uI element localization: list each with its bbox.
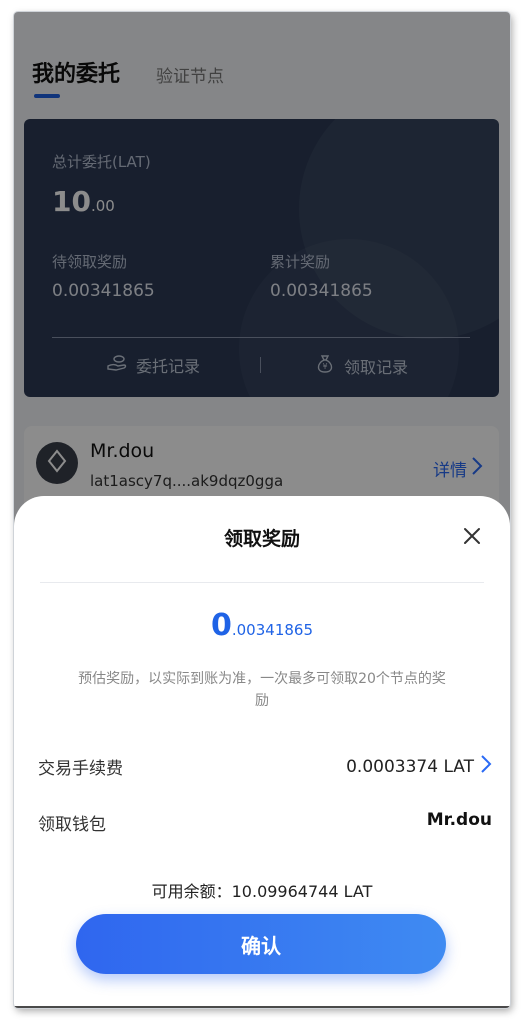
close-button[interactable] (460, 524, 484, 548)
bottom-edge (14, 1006, 510, 1008)
chevron-right-icon (480, 754, 492, 779)
wallet-label: 领取钱包 (38, 815, 106, 835)
confirm-button[interactable]: 确认 (76, 914, 446, 974)
wallet-value: Mr.dou (426, 810, 492, 830)
sheet-title: 领取奖励 (223, 528, 300, 550)
fee-label: 交易手续费 (38, 759, 123, 779)
available-balance: 可用余额：10.09964744 LAT (151, 882, 373, 901)
close-icon (460, 528, 484, 552)
estimated-reward-value: 0.00341865 (211, 608, 313, 643)
reward-note: 预估奖励，以实际到账为准，一次最多可领取20个节点的奖励 (78, 671, 446, 709)
claim-reward-sheet: 领取奖励 0.00341865 预估奖励，以实际到账为准，一次最多可领取20个节… (14, 496, 510, 1008)
fee-selector[interactable]: 0.0003374 LAT (346, 754, 492, 779)
sheet-divider (40, 582, 484, 583)
fee-value: 0.0003374 LAT (346, 756, 474, 777)
phone-screen: 我的委托 验证节点 总计委托(LAT) 10.00 待领取奖励 0.003418… (14, 12, 510, 1008)
